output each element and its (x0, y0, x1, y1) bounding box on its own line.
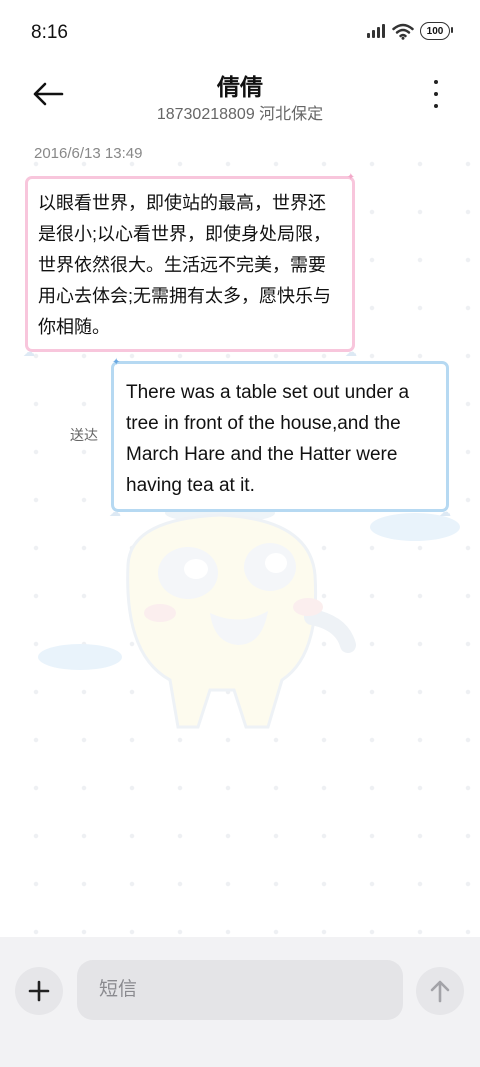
cloud-icon: ☁ (439, 505, 451, 519)
cloud-icon: ☁ (109, 505, 121, 519)
status-icons: 100 (366, 22, 453, 40)
battery-level: 100 (426, 25, 444, 37)
cloud-icon: ☁ (345, 345, 357, 359)
status-bar: 8:16 100 (0, 0, 480, 66)
mascot-background-illustration (38, 505, 460, 729)
cellular-signal-icon (367, 24, 385, 38)
more-vertical-icon (434, 80, 438, 84)
send-button[interactable] (416, 967, 464, 1015)
battery-icon: 100 (420, 22, 453, 40)
sparkle-icon: ✦ (346, 172, 355, 183)
plus-icon (28, 980, 50, 1002)
cloud-icon: ☁ (23, 345, 35, 359)
incoming-message-text: 以眼看世界，即使站的最高，世界还是很小;以心看世界，即使身处局限，世界依然很大。… (38, 193, 331, 337)
sparkle-icon: ✦ (112, 357, 121, 368)
message-timestamp: 2016/6/13 13:49 (34, 145, 143, 162)
delivery-status: 送达 (70, 427, 98, 443)
send-arrow-up-icon (430, 980, 450, 1003)
outgoing-message-bubble[interactable]: There was a table set out under a tree i… (109, 357, 451, 519)
message-input[interactable] (77, 960, 403, 1020)
incoming-message-bubble[interactable]: 以眼看世界，即使站的最高，世界还是很小;以心看世界，即使身处局限，世界依然很大。… (23, 172, 357, 359)
composer-bar (0, 937, 480, 1067)
conversation-header: 倩倩 18730218809 河北保定 (0, 66, 480, 130)
contact-phone-location: 18730218809 河北保定 (156, 106, 324, 123)
more-options-button[interactable] (428, 80, 444, 108)
status-time: 8:16 (31, 22, 68, 43)
wifi-icon (392, 23, 414, 40)
add-attachment-button[interactable] (15, 967, 63, 1015)
contact-name: 倩倩 (217, 74, 263, 100)
outgoing-message-text: There was a table set out under a tree i… (126, 382, 410, 496)
